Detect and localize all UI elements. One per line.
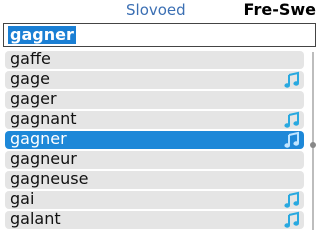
header-bar: Slovoed Fre-Swe [0,0,320,22]
list-item-word: gagneur [10,149,77,168]
list-item-word: gai [10,189,35,208]
list-item[interactable]: gagneuse [5,169,304,189]
list-item[interactable]: gager [5,89,304,109]
list-item[interactable]: galant [5,209,304,229]
list-item-word: gagner [10,129,67,148]
list-item-word: gagnant [10,109,77,128]
search-input[interactable]: gagner [3,23,316,47]
list-item[interactable]: gagneur [5,149,304,169]
dictionary-direction[interactable]: Fre-Swe [244,0,316,19]
scrollbar-thumb[interactable] [310,142,316,148]
search-input-value: gagner [8,25,76,44]
music-note-icon[interactable] [284,111,300,129]
app-title: Slovoed [126,1,186,19]
list-item-word: gager [10,89,57,108]
list-item-word: gaffe [10,49,51,68]
music-note-icon[interactable] [284,191,300,209]
word-list: gaffe gage gager gagnant gagner gagneur gagneu… [5,49,304,231]
music-note-icon[interactable] [284,71,300,89]
list-item-word: gagneuse [10,169,89,188]
list-item[interactable]: gage [5,69,304,89]
list-item[interactable]: gagner [5,129,304,149]
scrollbar[interactable] [310,52,316,230]
list-item[interactable]: gaffe [5,49,304,69]
list-item[interactable]: gagnant [5,109,304,129]
list-item-word: gage [10,69,50,88]
list-item-word: galant [10,209,61,228]
music-note-icon[interactable] [284,211,300,229]
scrollbar-track [312,52,314,230]
music-note-icon[interactable] [284,131,300,149]
list-item[interactable]: gai [5,189,304,209]
